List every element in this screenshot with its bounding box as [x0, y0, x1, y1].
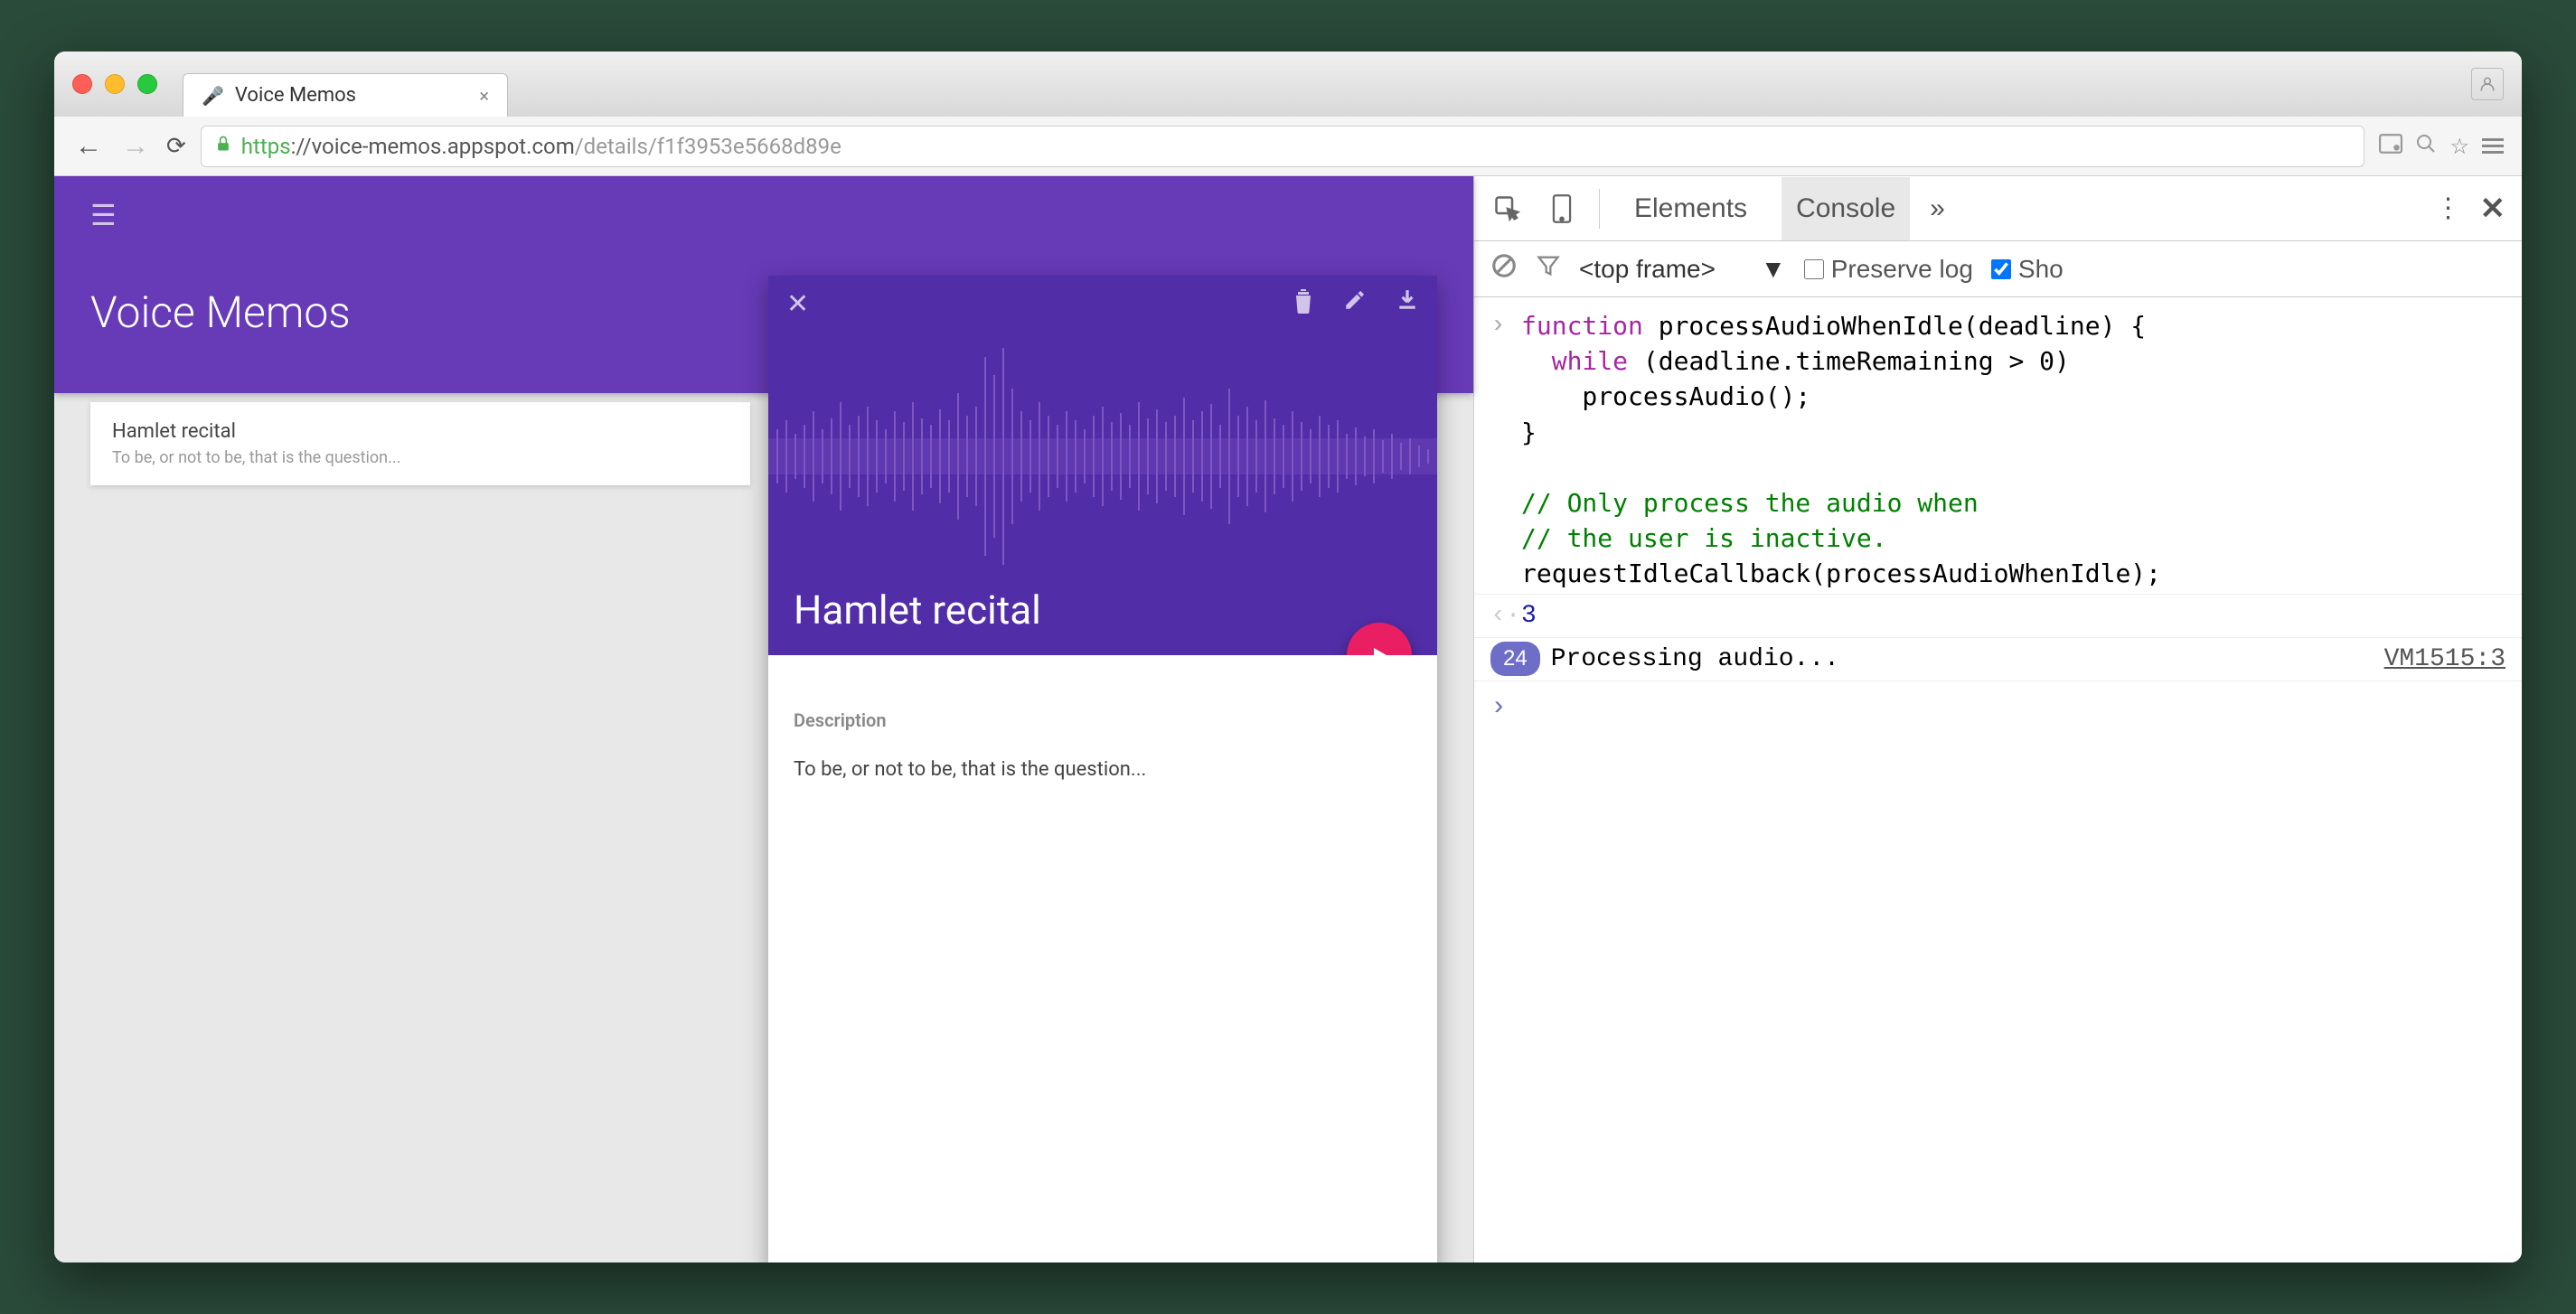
devtools-close-icon[interactable]: ✕: [2480, 191, 2506, 227]
mic-icon: 🎤: [202, 85, 224, 107]
edit-icon[interactable]: [1343, 288, 1367, 320]
bookmark-icon[interactable]: ☆: [2449, 134, 2469, 159]
preserve-log-checkbox[interactable]: Preserve log: [1804, 255, 1973, 284]
delete-icon[interactable]: [1293, 288, 1314, 320]
tab-console[interactable]: Console: [1782, 177, 1910, 240]
traffic-lights: [72, 74, 157, 94]
show-checkbox[interactable]: Sho: [1991, 255, 2064, 284]
frame-select[interactable]: <top frame> ▼: [1579, 255, 1786, 284]
input-prompt-icon: ›: [1490, 308, 1521, 592]
console-input-code: function processAudioWhenIdle(deadline) …: [1521, 308, 2161, 592]
maximize-window-button[interactable]: [137, 74, 157, 94]
browser-toolbar: ← → ⟳ https://voice-memos.appspot.com/de…: [54, 117, 2522, 176]
waveform-visualization: [768, 339, 1437, 574]
content-area: ☰ Voice Memos Hamlet recital To be, or n…: [54, 176, 2522, 1262]
console-log-row: 24 Processing audio... VM1515:3: [1474, 637, 2522, 681]
detail-toolbar: ✕: [786, 288, 1419, 320]
console-toolbar: <top frame> ▼ Preserve log Sho: [1474, 241, 2522, 297]
more-tabs-icon[interactable]: »: [1930, 193, 1945, 224]
devtools-panel: Elements Console » ⋮ ✕ <top frame> ▼: [1473, 176, 2522, 1262]
lock-icon: [214, 135, 232, 158]
detail-title: Hamlet recital: [794, 587, 1041, 634]
address-bar[interactable]: https://voice-memos.appspot.com/details/…: [201, 126, 2365, 167]
titlebar: 🎤 Voice Memos ×: [54, 52, 2522, 117]
log-message: Processing audio...: [1551, 642, 1839, 677]
reload-button[interactable]: ⟳: [166, 133, 186, 160]
chevron-down-icon: ▼: [1761, 255, 1786, 284]
kebab-icon[interactable]: ⋮: [2435, 192, 2462, 224]
tab-elements[interactable]: Elements: [1620, 177, 1762, 240]
tab-title: Voice Memos: [235, 84, 356, 107]
console-body[interactable]: › function processAudioWhenIdle(deadline…: [1474, 297, 2522, 1262]
close-window-button[interactable]: [72, 74, 92, 94]
inspect-icon[interactable]: [1490, 192, 1525, 226]
device-icon[interactable]: [1545, 192, 1579, 226]
filter-icon[interactable]: [1536, 253, 1561, 285]
log-count-badge: 24: [1490, 642, 1540, 676]
clear-console-icon[interactable]: [1490, 252, 1518, 286]
memo-item-title: Hamlet recital: [112, 420, 729, 443]
devtools-tab-bar: Elements Console » ⋮ ✕: [1474, 176, 2522, 241]
hamburger-icon[interactable]: ☰: [90, 198, 1437, 232]
memo-list-item[interactable]: Hamlet recital To be, or not to be, that…: [90, 402, 750, 485]
detail-body: Description To be, or not to be, that is…: [768, 655, 1437, 806]
detail-card: ✕: [768, 276, 1437, 1262]
console-new-prompt[interactable]: ›: [1474, 681, 2522, 727]
browser-window: 🎤 Voice Memos × ← → ⟳ https://voice-memo…: [54, 52, 2522, 1262]
forward-button[interactable]: →: [119, 130, 152, 162]
minimize-window-button[interactable]: [105, 74, 125, 94]
description-label: Description: [794, 709, 1412, 731]
zoom-icon[interactable]: [2415, 133, 2437, 160]
play-button[interactable]: [1347, 623, 1412, 655]
user-profile-icon[interactable]: [2471, 68, 2504, 100]
download-icon[interactable]: [1396, 288, 1419, 320]
menu-icon[interactable]: [2482, 138, 2504, 154]
cast-icon[interactable]: [2379, 134, 2402, 159]
description-text: To be, or not to be, that is the questio…: [794, 758, 1412, 781]
url-text: https://voice-memos.appspot.com/details/…: [241, 134, 841, 159]
console-return: ‹· 3: [1474, 594, 2522, 637]
log-source-link[interactable]: VM1515:3: [2384, 642, 2505, 677]
browser-tab[interactable]: 🎤 Voice Memos ×: [183, 73, 508, 117]
tab-close-icon[interactable]: ×: [479, 85, 489, 107]
app-pane: ☰ Voice Memos Hamlet recital To be, or n…: [54, 176, 1473, 1262]
detail-header: ✕: [768, 276, 1437, 655]
toolbar-right: ☆: [2379, 133, 2504, 160]
close-icon[interactable]: ✕: [786, 288, 809, 320]
return-arrow-icon: ‹·: [1490, 598, 1521, 634]
memo-item-subtitle: To be, or not to be, that is the questio…: [112, 448, 729, 467]
back-button[interactable]: ←: [72, 130, 105, 162]
